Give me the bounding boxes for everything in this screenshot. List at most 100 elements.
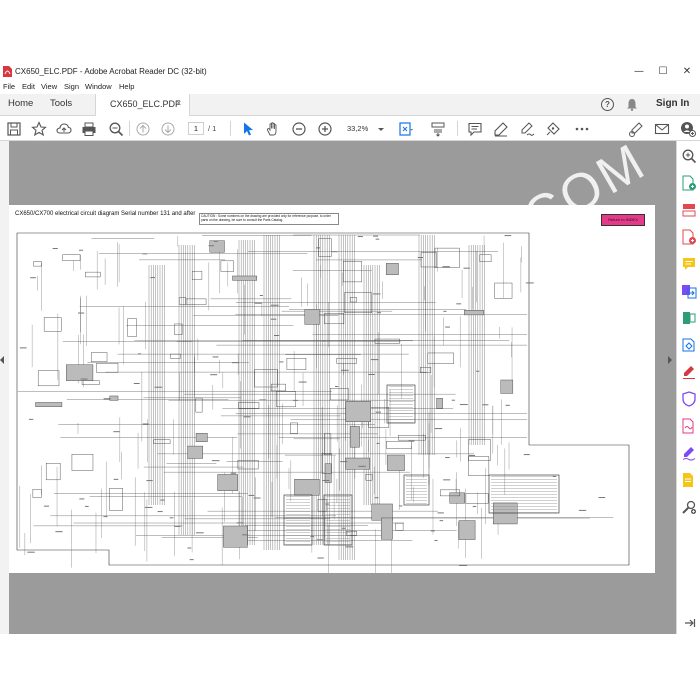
print-icon[interactable] (81, 121, 97, 137)
hand-tool-icon[interactable] (265, 121, 281, 137)
minimize-button[interactable]: — (628, 65, 650, 79)
tab-document[interactable]: CX650_ELC.PDF × (95, 94, 190, 116)
component-block (434, 247, 460, 268)
terminal-label (398, 505, 403, 507)
terminal-label (211, 460, 220, 462)
terminal-label (456, 303, 462, 305)
export-pdf-icon[interactable] (681, 175, 697, 191)
terminal-label (439, 520, 444, 522)
terminal-label (144, 506, 153, 508)
more-tools-icon[interactable] (574, 121, 590, 137)
comment-tool-icon[interactable] (681, 256, 697, 272)
component-block (427, 352, 454, 364)
close-window-button[interactable]: ✕ (676, 65, 698, 79)
terminal-label (248, 494, 255, 496)
component-block (449, 492, 465, 504)
component-block (191, 270, 203, 280)
terminal-label (189, 559, 194, 561)
component-block (153, 439, 171, 444)
component-block (465, 493, 489, 504)
search-zoom-icon[interactable] (681, 148, 697, 164)
next-page-icon[interactable] (160, 121, 176, 137)
previous-page-icon[interactable] (135, 121, 151, 137)
component-block (458, 520, 476, 540)
scroll-mode-icon[interactable] (430, 121, 446, 137)
cloud-upload-icon[interactable] (56, 121, 72, 137)
separator (457, 121, 458, 136)
terminal-label (27, 551, 35, 553)
collapse-panel-icon[interactable] (681, 615, 697, 631)
menu-file[interactable]: File (3, 82, 15, 91)
terminal-label (335, 386, 339, 388)
fit-page-icon[interactable] (398, 121, 414, 137)
terminal-label (242, 534, 249, 536)
terminal-label (523, 454, 530, 456)
stamp-icon[interactable] (545, 121, 561, 137)
send-for-signature-icon[interactable] (681, 418, 697, 434)
fill-sign-icon[interactable] (628, 121, 644, 137)
terminal-label (332, 251, 338, 253)
menu-window[interactable]: Window (85, 82, 112, 91)
terminal-label (259, 295, 263, 297)
left-panel-toggle-icon[interactable] (0, 356, 4, 364)
terminal-label (146, 480, 153, 482)
tab-home[interactable]: Home (8, 98, 33, 109)
highlight-pen-icon[interactable] (493, 121, 509, 137)
return-to-index-button[interactable]: Return to INDEX (601, 214, 645, 226)
close-tab-button[interactable]: × (176, 98, 181, 108)
combine-files-icon[interactable] (681, 283, 697, 299)
menu-edit[interactable]: Edit (22, 82, 35, 91)
zoom-out-search-icon[interactable] (108, 121, 124, 137)
create-pdf-icon[interactable] (681, 229, 697, 245)
help-button[interactable]: ? (601, 98, 614, 111)
bell-icon[interactable] (626, 98, 638, 111)
draw-signature-icon[interactable] (519, 121, 535, 137)
menu-sign[interactable]: Sign (64, 82, 79, 91)
terminal-label (468, 454, 476, 456)
sign-in-button[interactable]: Sign In (656, 98, 689, 109)
save-icon[interactable] (6, 121, 22, 137)
right-tools-panel (676, 141, 700, 634)
zoom-level-select[interactable]: 33,2% (347, 124, 368, 133)
zoom-out-icon[interactable] (291, 121, 307, 137)
share-user-icon[interactable] (680, 121, 696, 137)
component-block (324, 463, 332, 483)
maximize-button[interactable]: ☐ (652, 65, 674, 79)
terminal-label (325, 503, 330, 505)
tab-tools[interactable]: Tools (50, 98, 72, 109)
certificates-icon[interactable] (681, 472, 697, 488)
menu-view[interactable]: View (41, 82, 57, 91)
edit-pdf-icon[interactable] (681, 310, 697, 326)
protect-shield-icon[interactable] (681, 391, 697, 407)
menu-help[interactable]: Help (119, 82, 134, 91)
email-icon[interactable] (654, 121, 670, 137)
component-block (85, 271, 101, 278)
terminal-label (298, 381, 307, 383)
comment-icon[interactable] (467, 121, 483, 137)
component-block (368, 407, 390, 428)
more-tools-wrench-icon[interactable] (681, 499, 697, 515)
terminal-label (270, 318, 277, 320)
pdf-page[interactable]: CX650/CX700 electrical circuit diagram S… (9, 205, 655, 573)
terminal-label (103, 516, 108, 518)
component-block (43, 317, 62, 332)
right-panel-toggle-icon[interactable] (668, 356, 672, 364)
enhance-scan-icon[interactable] (681, 337, 697, 353)
terminal-label (476, 370, 480, 372)
terminal-label (463, 267, 470, 269)
sign-pen-icon[interactable] (681, 445, 697, 461)
terminal-label (208, 245, 215, 247)
title-bar: CX650_ELC.PDF - Adobe Acrobat Reader DC … (0, 64, 700, 81)
terminal-label (376, 442, 380, 444)
bookmark-star-icon[interactable] (31, 121, 47, 137)
zoom-in-icon[interactable] (317, 121, 333, 137)
component-block (479, 254, 492, 262)
terminal-label (19, 347, 27, 349)
component-block (290, 422, 298, 434)
page-number-input[interactable]: 1 (188, 122, 204, 135)
select-cursor-icon[interactable] (240, 121, 256, 137)
organize-pages-icon[interactable] (681, 202, 697, 218)
component-block (90, 352, 108, 362)
fill-and-sign-icon[interactable] (681, 364, 697, 380)
chevron-down-icon[interactable] (373, 121, 389, 137)
